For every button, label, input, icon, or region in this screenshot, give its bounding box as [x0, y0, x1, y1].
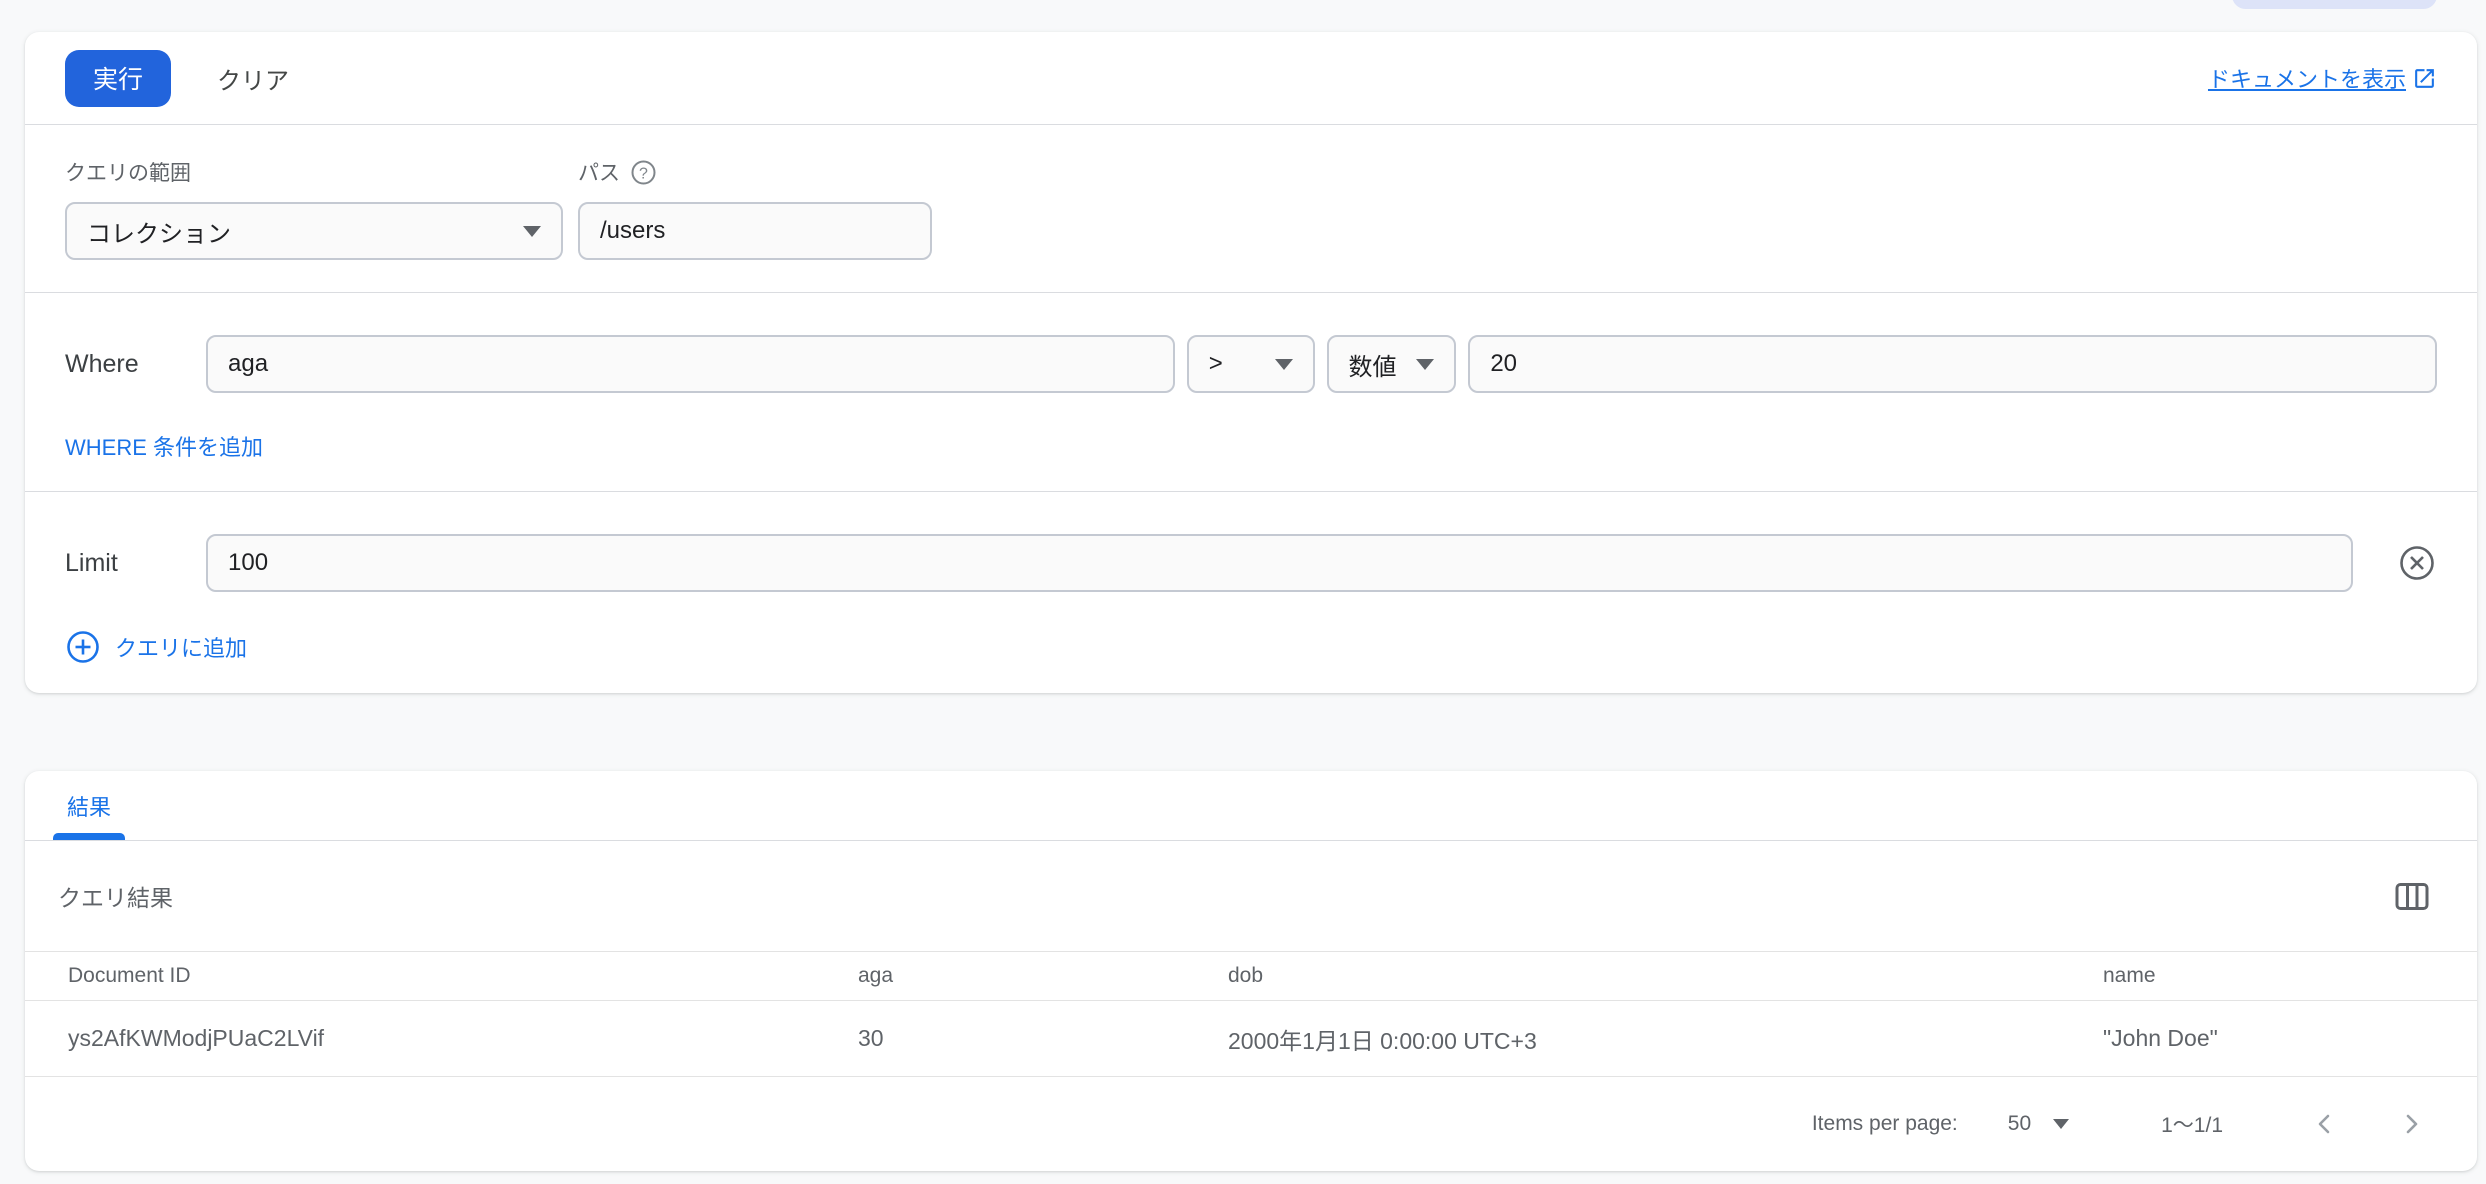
where-operator-select[interactable]: > [1187, 335, 1315, 393]
cell-document-id: ys2AfKWModjPUaC2LVif [68, 1025, 858, 1052]
chevron-down-icon [2053, 1119, 2069, 1129]
where-value-type-value: 数値 [1349, 347, 1397, 382]
where-label: Where [65, 350, 206, 379]
view-documentation-link[interactable]: ドキュメントを表示 [2208, 62, 2437, 94]
chevron-left-icon [2311, 1110, 2339, 1138]
next-page-button[interactable] [2397, 1110, 2425, 1138]
results-header: クエリ結果 [25, 841, 2477, 951]
column-header-name: name [2103, 964, 2477, 988]
add-to-query-link[interactable]: クエリに追加 [65, 629, 247, 665]
add-where-condition-link[interactable]: WHERE 条件を追加 [65, 430, 263, 462]
path-group: パス ? [578, 157, 932, 260]
view-columns-icon [2395, 882, 2429, 911]
items-per-page-select[interactable]: 50 [2008, 1112, 2069, 1136]
where-value-type-select[interactable]: 数値 [1327, 335, 1457, 393]
where-field-input[interactable] [206, 335, 1175, 393]
column-header-document-id: Document ID [68, 964, 858, 988]
items-per-page-value: 50 [2008, 1112, 2031, 1136]
column-settings-button[interactable] [2395, 882, 2429, 911]
help-icon[interactable]: ? [630, 159, 657, 186]
cell-dob: 2000年1月1日 0:00:00 UTC+3 [1228, 1022, 2103, 1056]
run-query-button[interactable]: 実行 [65, 50, 171, 107]
external-link-icon [2412, 66, 2437, 91]
limit-input[interactable] [206, 534, 2353, 592]
cell-name: "John Doe" [2103, 1025, 2477, 1052]
path-label: パス [578, 157, 620, 187]
results-card: 結果 クエリ結果 Document ID aga dob name ys2AfK… [25, 771, 2477, 1171]
query-toolbar: 実行 クリア ドキュメントを表示 [25, 32, 2477, 125]
limit-section: Limit クエリに追加 [25, 492, 2477, 692]
tab-results-label: 結果 [55, 790, 123, 822]
items-per-page-label: Items per page: [1812, 1112, 1958, 1136]
query-scope-label: クエリの範囲 [65, 157, 191, 187]
remove-limit-button[interactable] [2397, 543, 2437, 583]
chevron-right-icon [2397, 1110, 2425, 1138]
chevron-down-icon [523, 226, 541, 237]
column-header-dob: dob [1228, 964, 2103, 988]
where-operator-value: > [1209, 350, 1223, 378]
where-section: Where > 数値 WHERE 条件を追加 [25, 293, 2477, 492]
tab-results[interactable]: 結果 [53, 771, 125, 840]
query-builder-card: 実行 クリア ドキュメントを表示 クエリの範囲 コレクション パス [25, 32, 2477, 693]
chevron-down-icon [1275, 359, 1293, 370]
view-documentation-label: ドキュメントを表示 [2208, 62, 2406, 94]
limit-label: Limit [65, 549, 206, 578]
partial-top-button[interactable] [2232, 0, 2437, 9]
previous-page-button[interactable] [2311, 1110, 2339, 1138]
column-header-aga: aga [858, 964, 1228, 988]
svg-text:?: ? [639, 165, 648, 182]
results-tab-bar: 結果 [25, 771, 2477, 841]
add-to-query-label: クエリに追加 [115, 631, 247, 663]
cell-aga: 30 [858, 1025, 1228, 1052]
query-scope-group: クエリの範囲 コレクション [65, 157, 563, 260]
chevron-down-icon [1416, 359, 1434, 370]
table-row[interactable]: ys2AfKWModjPUaC2LVif 30 2000年1月1日 0:00:0… [25, 1001, 2477, 1077]
path-input[interactable] [578, 202, 932, 260]
add-where-condition-label: WHERE 条件を追加 [65, 430, 263, 462]
tab-active-indicator [53, 833, 125, 840]
results-title: クエリ結果 [58, 879, 2395, 913]
scope-row: クエリの範囲 コレクション パス ? [25, 125, 2477, 293]
circle-plus-icon [65, 629, 101, 665]
query-scope-value: コレクション [87, 214, 231, 249]
circle-x-icon [2397, 543, 2437, 583]
clear-query-button[interactable]: クリア [217, 61, 289, 96]
results-table-header: Document ID aga dob name [25, 951, 2477, 1001]
where-value-input[interactable] [1468, 335, 2437, 393]
page-range-label: 1～1/1 [2161, 1109, 2223, 1139]
query-scope-select[interactable]: コレクション [65, 202, 563, 260]
pagination-bar: Items per page: 50 1～1/1 [25, 1077, 2477, 1170]
